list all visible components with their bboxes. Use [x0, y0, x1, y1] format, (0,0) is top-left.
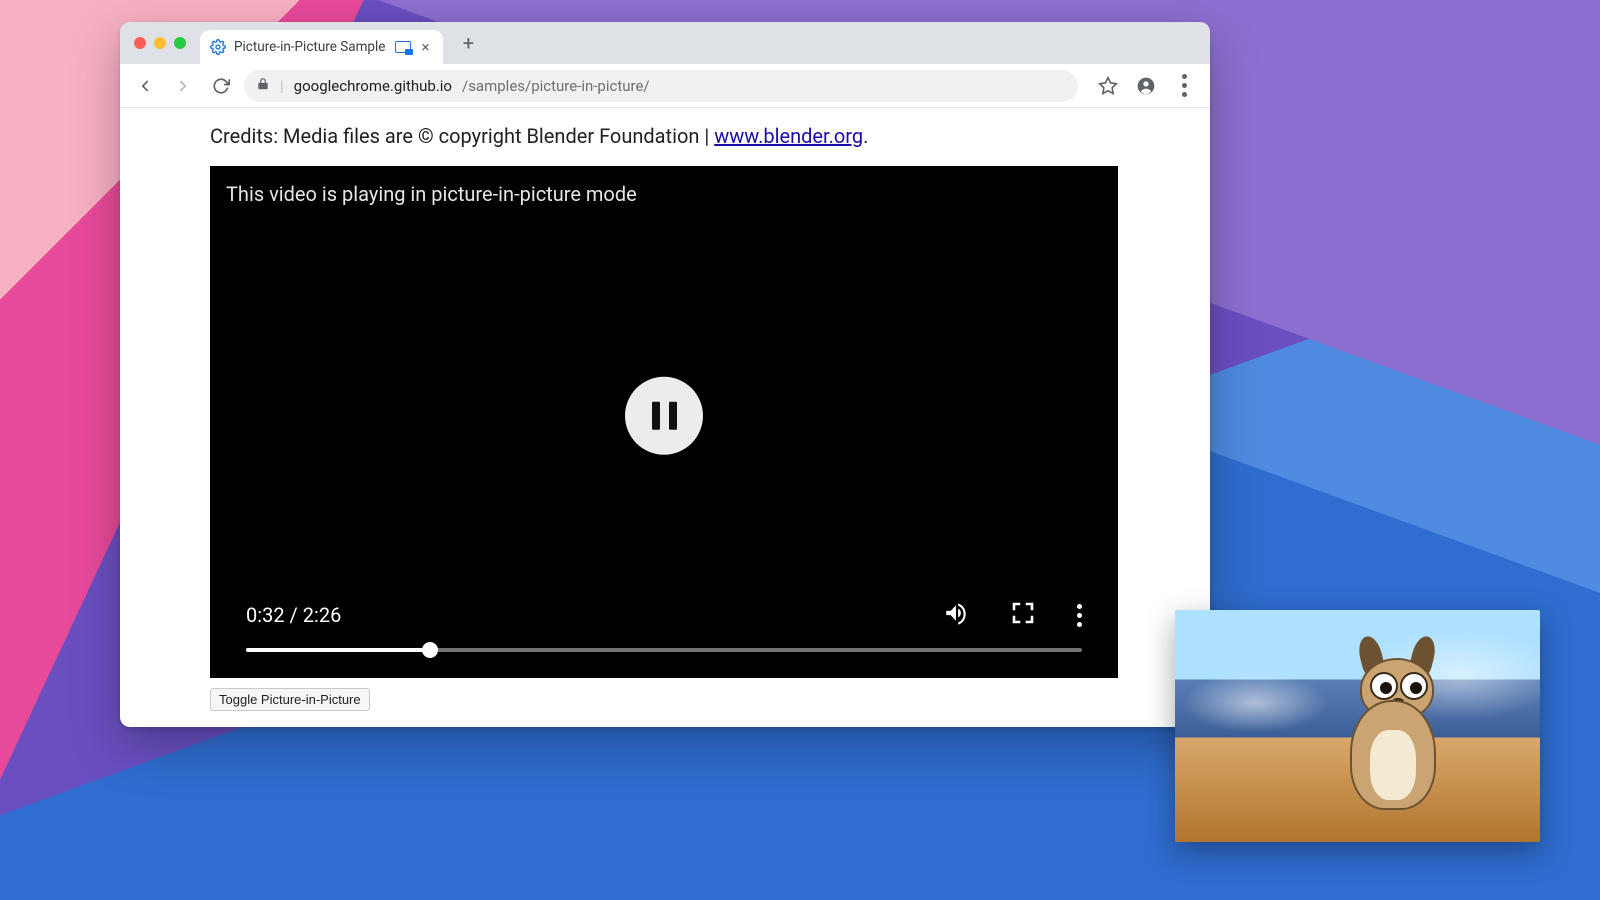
- new-tab-button[interactable]: +: [453, 28, 483, 58]
- pip-video-frame: [1320, 650, 1470, 820]
- forward-button[interactable]: [168, 71, 198, 101]
- pip-floating-window[interactable]: [1175, 610, 1540, 842]
- video-time-display: 0:32 / 2:26: [246, 603, 341, 627]
- window-controls: [130, 22, 192, 64]
- desktop-wallpaper: Picture-in-Picture Sample × + | google: [0, 0, 1600, 900]
- browser-toolbar: | googlechrome.github.io/samples/picture…: [120, 64, 1210, 108]
- credits-suffix: .: [863, 124, 868, 148]
- video-progress-played: [246, 648, 430, 652]
- address-bar[interactable]: | googlechrome.github.io/samples/picture…: [244, 70, 1078, 102]
- tab-close-button[interactable]: ×: [419, 38, 431, 56]
- video-controls: 0:32 / 2:26: [210, 600, 1118, 678]
- credits-link[interactable]: www.blender.org: [714, 124, 863, 148]
- browser-tab[interactable]: Picture-in-Picture Sample ×: [200, 30, 443, 64]
- toggle-pip-button[interactable]: Toggle Picture-in-Picture: [210, 688, 370, 711]
- address-path: /samples/picture-in-picture/: [462, 77, 650, 95]
- pause-button[interactable]: [625, 377, 703, 455]
- pip-indicator-icon[interactable]: [395, 41, 411, 53]
- window-zoom-button[interactable]: [174, 37, 186, 49]
- video-progress-bar[interactable]: [246, 648, 1082, 652]
- tab-strip: Picture-in-Picture Sample × +: [120, 22, 1210, 64]
- lock-icon: [256, 77, 270, 95]
- credits-line: Credits: Media files are © copyright Ble…: [210, 124, 1210, 148]
- window-close-button[interactable]: [134, 37, 146, 49]
- video-player[interactable]: This video is playing in picture-in-pict…: [210, 166, 1118, 678]
- bookmark-star-button[interactable]: [1092, 70, 1124, 102]
- address-separator: |: [280, 77, 284, 95]
- browser-menu-button[interactable]: [1168, 70, 1200, 102]
- tab-favicon-gear-icon: [210, 39, 226, 55]
- video-progress-thumb[interactable]: [422, 642, 438, 658]
- toolbar-right: [1092, 70, 1200, 102]
- volume-button[interactable]: [943, 600, 969, 630]
- credits-prefix: Credits: Media files are © copyright Ble…: [210, 124, 714, 148]
- pause-icon: [652, 402, 677, 430]
- page-content: Credits: Media files are © copyright Ble…: [120, 108, 1210, 727]
- video-pip-overlay-message: This video is playing in picture-in-pict…: [226, 182, 637, 206]
- browser-window: Picture-in-Picture Sample × + | google: [120, 22, 1210, 727]
- video-menu-button[interactable]: [1077, 604, 1082, 627]
- address-host: googlechrome.github.io: [294, 77, 452, 95]
- tab-title: Picture-in-Picture Sample: [234, 39, 385, 55]
- profile-avatar-button[interactable]: [1130, 70, 1162, 102]
- window-minimize-button[interactable]: [154, 37, 166, 49]
- back-button[interactable]: [130, 71, 160, 101]
- reload-button[interactable]: [206, 71, 236, 101]
- fullscreen-button[interactable]: [1011, 601, 1035, 629]
